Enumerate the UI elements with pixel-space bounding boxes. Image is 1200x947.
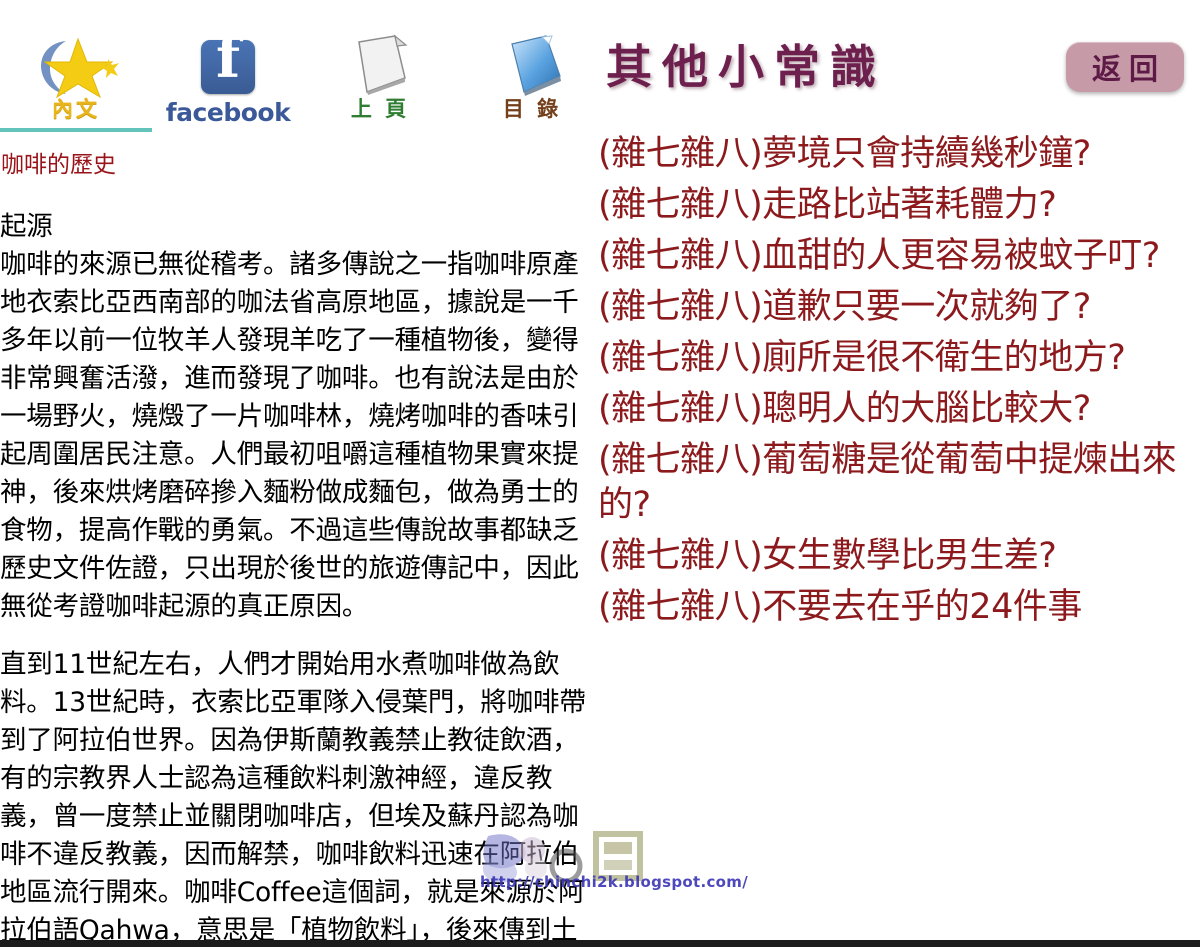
- right-links-column: 其他小常識 返回 (雜七雜八)夢境只會持續幾秒鐘? (雜七雜八)走路比站著耗體力…: [598, 0, 1200, 947]
- fact-link-list: (雜七雜八)夢境只會持續幾秒鐘? (雜七雜八)走路比站著耗體力? (雜七雜八)血…: [598, 132, 1200, 636]
- icon-toolbar: 內文 facebook 上 頁: [0, 31, 598, 130]
- list-item[interactable]: (雜七雜八)走路比站著耗體力?: [598, 183, 1200, 228]
- list-item[interactable]: (雜七雜八)聰明人的大腦比較大?: [598, 387, 1200, 432]
- left-article-column: 內文 facebook 上 頁: [0, 0, 598, 947]
- toolbar-item-contents[interactable]: 目 錄: [456, 34, 598, 120]
- toolbar-item-previous-page[interactable]: 上 頁: [304, 34, 456, 120]
- article-paragraph-2: 直到11世紀左右，人們才開始用水煮咖啡做為飲料。13世紀時，衣索比亞軍隊入侵葉門…: [0, 649, 586, 946]
- list-item[interactable]: (雜七雜八)夢境只會持續幾秒鐘?: [598, 132, 1200, 177]
- toolbar-item-content[interactable]: 內文: [0, 34, 152, 120]
- article-subheading: 起源: [0, 211, 53, 242]
- star-icon: [0, 34, 152, 100]
- toolbar-item-label: 上 頁: [350, 97, 410, 121]
- list-item[interactable]: (雜七雜八)廁所是很不衛生的地方?: [598, 336, 1200, 381]
- toolbar-item-facebook[interactable]: facebook: [152, 31, 304, 127]
- active-tab-underline: [0, 128, 152, 132]
- section-title: 其他小常識: [606, 40, 886, 94]
- bottom-divider: [0, 940, 1200, 947]
- back-button[interactable]: 返回: [1066, 42, 1184, 92]
- list-item[interactable]: (雜七雜八)女生數學比男生差?: [598, 534, 1200, 579]
- article-body: 咖啡的歷史 起源 咖啡的來源已無從稽考。諸多傳說之一指咖啡原產地衣索比亞西南部的…: [0, 150, 598, 947]
- list-item[interactable]: (雜七雜八)血甜的人更容易被蚊子叮?: [598, 234, 1200, 279]
- toolbar-item-label: facebook: [165, 98, 291, 127]
- list-item[interactable]: (雜七雜八)不要去在乎的24件事: [598, 585, 1200, 630]
- list-item[interactable]: (雜七雜八)葡萄糖是從葡萄中提煉出來的?: [598, 438, 1200, 528]
- page-title: 咖啡的歷史: [1, 152, 116, 178]
- section-header: 其他小常識 返回: [598, 36, 1200, 108]
- page-root: 內文 facebook 上 頁: [0, 0, 1200, 947]
- toolbar-item-label: 目 錄: [502, 97, 562, 121]
- toolbar-item-label: 內文: [52, 97, 100, 121]
- facebook-icon: [152, 31, 304, 100]
- book-icon: [456, 34, 598, 100]
- list-item[interactable]: (雜七雜八)道歉只要一次就夠了?: [598, 285, 1200, 330]
- article-paragraph-1: 咖啡的來源已無從稽考。諸多傳說之一指咖啡原產地衣索比亞西南部的咖法省高原地區，據…: [0, 249, 579, 622]
- page-icon: [304, 34, 456, 100]
